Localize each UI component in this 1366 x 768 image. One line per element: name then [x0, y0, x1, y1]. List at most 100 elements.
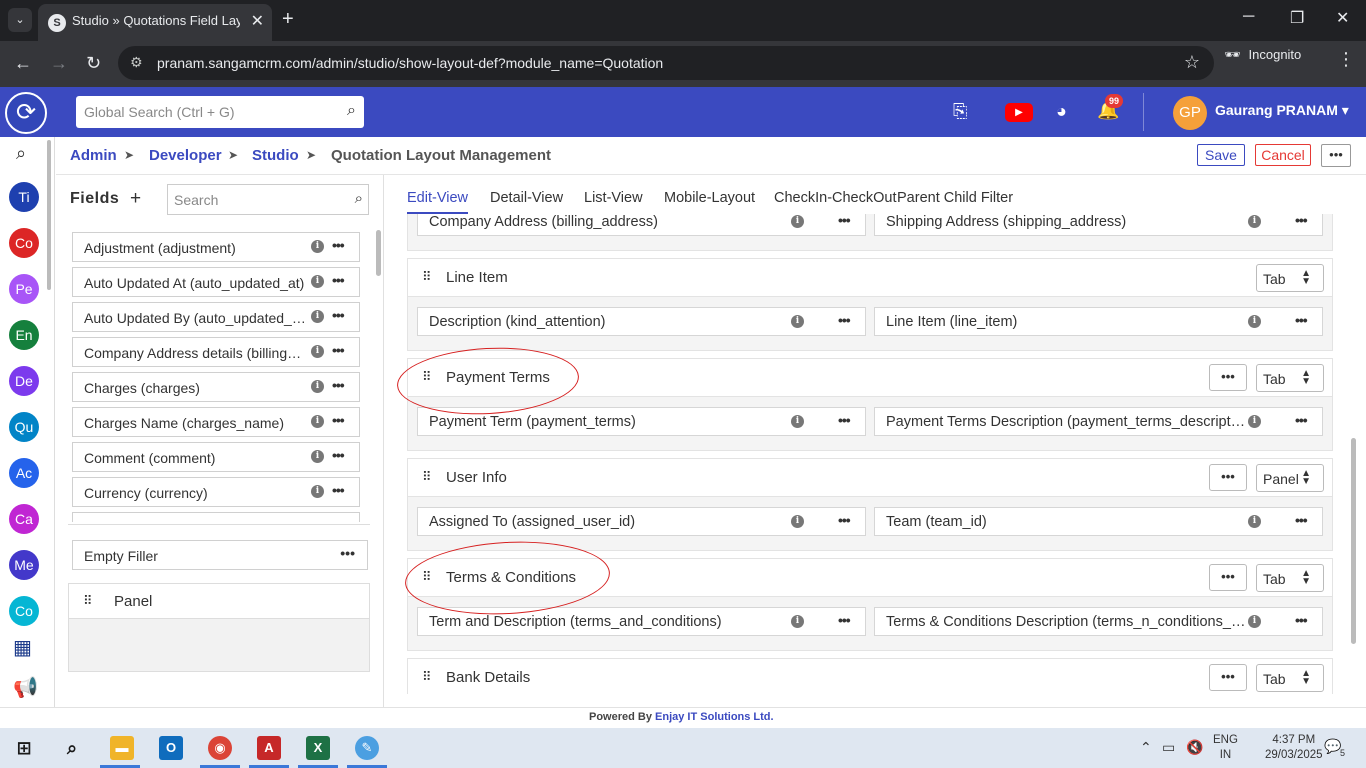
rail-module-ca[interactable]: Ca — [9, 504, 39, 534]
reload-icon[interactable]: ↻ — [86, 52, 101, 74]
rail-module-ac[interactable]: Ac — [9, 458, 39, 488]
layout-section[interactable]: ⠿ User Info ••• Panel ▲ ▼ Assigned To (assigne… — [407, 458, 1333, 551]
rail-module-de[interactable]: De — [9, 366, 39, 396]
info-icon[interactable]: i — [1248, 515, 1261, 528]
info-icon[interactable]: i — [311, 380, 324, 393]
rail-scrollbar[interactable] — [47, 140, 51, 290]
layout-field-cell[interactable]: Line Item (line_item) i ••• — [874, 307, 1323, 336]
field-list-item[interactable]: Auto Updated At (auto_updated_at) i ••• — [72, 267, 360, 297]
section-more-button[interactable]: ••• — [1209, 364, 1247, 391]
forward-icon[interactable]: → — [50, 52, 68, 74]
more-actions-button[interactable]: ••• — [1321, 144, 1351, 167]
section-type-select[interactable]: Panel ▲ ▼ — [1256, 464, 1324, 492]
more-icon[interactable]: ••• — [838, 312, 851, 328]
add-field-icon[interactable]: + — [130, 188, 141, 210]
search-icon[interactable]: ⌕ — [347, 102, 356, 120]
tab-parent-child-filter[interactable]: Parent Child Filter — [897, 190, 1013, 206]
taskbar-search-icon[interactable]: ⌕ — [60, 736, 84, 760]
field-list-item[interactable]: Company Address details (billing_address… — [72, 337, 360, 367]
language-indicator[interactable]: ENG IN — [1213, 733, 1238, 763]
more-icon[interactable]: ••• — [838, 214, 851, 228]
taskbar-clock[interactable]: 4:37 PM 29/03/2025 — [1265, 733, 1323, 763]
more-icon[interactable]: ••• — [1295, 612, 1308, 628]
section-more-button[interactable]: ••• — [1209, 564, 1247, 591]
info-icon[interactable]: i — [791, 515, 804, 528]
rail-module-ti[interactable]: Ti — [9, 182, 39, 212]
excel-icon[interactable]: X — [306, 736, 330, 760]
more-icon[interactable]: ••• — [332, 237, 345, 253]
youtube-icon[interactable]: ▶ — [1005, 103, 1033, 122]
file-explorer-icon[interactable]: ▬ — [110, 736, 134, 760]
breadcrumb-studio[interactable]: Studio — [252, 147, 299, 164]
incognito-indicator[interactable]: 🕶 Incognito — [1224, 47, 1301, 63]
network-icon[interactable]: ▭ — [1162, 739, 1175, 756]
footer-company-link[interactable]: Enjay IT Solutions Ltd. — [655, 711, 774, 723]
info-icon[interactable]: i — [791, 615, 804, 628]
user-menu[interactable]: Gaurang PRANAM ▾ — [1215, 102, 1349, 119]
window-close-icon[interactable]: ✕ — [1336, 8, 1349, 28]
close-tab-icon[interactable]: ✕ — [251, 11, 264, 31]
field-list-item[interactable]: Charges (charges) i ••• — [72, 372, 360, 402]
section-type-select[interactable]: Tab ▲ ▼ — [1256, 664, 1324, 692]
more-icon[interactable]: ••• — [332, 377, 345, 393]
layout-field-cell[interactable]: Shipping Address (shipping_address) i ••• — [874, 214, 1323, 236]
field-list-item[interactable]: Currency (currency) i ••• — [72, 477, 360, 507]
new-tab-icon[interactable]: + — [282, 9, 294, 29]
tab-checkin-checkout[interactable]: CheckIn-CheckOut — [774, 190, 897, 206]
minimize-icon[interactable]: ─ — [1243, 8, 1254, 26]
more-icon[interactable]: ••• — [332, 342, 345, 358]
back-icon[interactable]: ← — [14, 52, 32, 74]
info-icon[interactable]: i — [1248, 215, 1261, 228]
more-icon[interactable]: ••• — [332, 307, 345, 323]
info-icon[interactable]: i — [311, 275, 324, 288]
cancel-button[interactable]: Cancel — [1255, 144, 1311, 166]
rail-module-qu[interactable]: Qu — [9, 412, 39, 442]
layout-field-cell[interactable]: Team (team_id) i ••• — [874, 507, 1323, 536]
drag-handle-icon[interactable]: ⠿ — [422, 269, 432, 285]
tab-edit-view[interactable]: Edit-View — [407, 190, 468, 214]
empty-filler-item[interactable]: Empty Filler ••• — [72, 540, 368, 570]
layout-section[interactable]: ⠿ Line Item Tab ▲ ▼ Description (kind_attenti… — [407, 258, 1333, 351]
drag-handle-icon[interactable]: ⠿ — [422, 469, 432, 485]
section-more-button[interactable]: ••• — [1209, 664, 1247, 691]
megaphone-icon[interactable]: 📢 — [13, 675, 38, 700]
browser-tab[interactable]: S Studio » Quotations Field Layout ✕ — [38, 4, 272, 41]
more-icon[interactable]: ••• — [838, 412, 851, 428]
breadcrumb-admin[interactable]: Admin — [70, 147, 117, 164]
tab-detail-view[interactable]: Detail-View — [490, 190, 563, 206]
address-bar[interactable]: ⚙ pranam.sangamcrm.com/admin/studio/show… — [118, 46, 1214, 80]
save-button[interactable]: Save — [1197, 144, 1245, 166]
restore-icon[interactable]: ❐ — [1290, 8, 1304, 28]
info-icon[interactable]: i — [311, 415, 324, 428]
info-icon[interactable]: i — [311, 310, 324, 323]
bookmark-star-icon[interactable]: ☆ — [1184, 52, 1200, 73]
more-icon[interactable]: ••• — [332, 272, 345, 288]
tab-search-button[interactable]: ⌄ — [8, 8, 32, 32]
more-icon[interactable]: ••• — [332, 412, 345, 428]
rail-module-pe[interactable]: Pe — [9, 274, 39, 304]
layout-section[interactable]: ⠿•••▲▼Company Address (billing_address)i… — [407, 214, 1333, 251]
info-icon[interactable]: i — [311, 485, 324, 498]
layout-field-cell[interactable]: Company Address (billing_address) i ••• — [417, 214, 866, 236]
more-icon[interactable]: ••• — [1295, 312, 1308, 328]
fields-search-input[interactable]: Search ⌕ — [167, 184, 369, 215]
field-list-item[interactable]: Adjustment (adjustment) i ••• — [72, 232, 360, 262]
more-icon[interactable]: ••• — [340, 545, 355, 561]
section-type-select[interactable]: Tab ▲ ▼ — [1256, 564, 1324, 592]
layout-field-cell[interactable]: Payment Terms Description (payment_terms… — [874, 407, 1323, 436]
volume-muted-icon[interactable]: 🔇 — [1186, 739, 1203, 756]
tray-chevron-up-icon[interactable]: ⌃ — [1140, 739, 1152, 756]
info-icon[interactable]: i — [1248, 615, 1261, 628]
more-icon[interactable]: ••• — [838, 612, 851, 628]
layout-field-cell[interactable]: Assigned To (assigned_user_id) i ••• — [417, 507, 866, 536]
chrome-icon[interactable]: ◉ — [208, 736, 232, 760]
info-icon[interactable]: i — [1248, 315, 1261, 328]
more-icon[interactable]: ••• — [332, 482, 345, 498]
rail-search-icon[interactable]: ⌕ — [16, 143, 26, 164]
section-type-select[interactable]: Tab ▲ ▼ — [1256, 364, 1324, 392]
tab-list-view[interactable]: List-View — [584, 190, 643, 206]
more-icon[interactable]: ••• — [838, 512, 851, 528]
layout-section[interactable]: ⠿ Bank Details ••• Tab ▲ ▼ — [407, 658, 1333, 694]
info-icon[interactable]: i — [311, 450, 324, 463]
tab-mobile-layout[interactable]: Mobile-Layout — [664, 190, 755, 206]
